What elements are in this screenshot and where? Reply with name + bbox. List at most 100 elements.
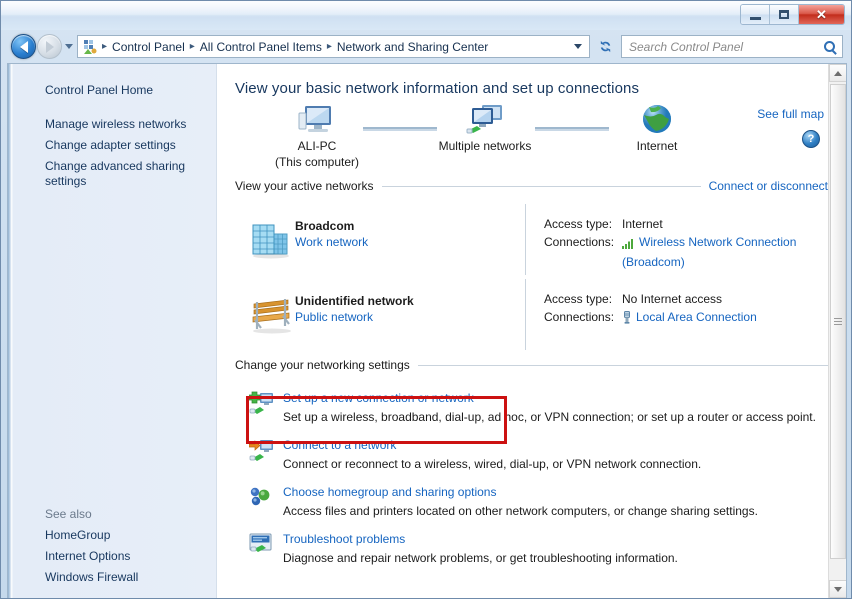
access-type-label: Access type:: [544, 292, 613, 306]
breadcrumb-bar[interactable]: ▸ Control Panel ▸ All Control Panel Item…: [77, 35, 590, 58]
map-node-networks[interactable]: Multiple networks: [425, 103, 545, 153]
breadcrumb-item-2[interactable]: Network and Sharing Center: [334, 39, 491, 55]
see-also-title: See also: [45, 507, 92, 521]
breadcrumb-separator-0[interactable]: ▸: [100, 41, 109, 52]
minimize-icon: [749, 16, 761, 20]
task-description: Connect or reconnect to a wireless, wire…: [283, 457, 702, 471]
access-type-row: Access type: No Internet access: [544, 290, 828, 308]
refresh-button[interactable]: [594, 36, 616, 58]
task-set-up-new-connection[interactable]: Set up a new connection or network Set u…: [235, 383, 828, 426]
breadcrumb: ▸ Control Panel ▸ All Control Panel Item…: [100, 39, 570, 55]
chevron-down-icon: [834, 586, 842, 592]
sidebar-item-change-advanced-sharing-settings[interactable]: Change advanced sharing settings: [8, 156, 216, 192]
map-node-computer[interactable]: ALI-PC (This computer): [257, 103, 377, 169]
window-controls: ✕: [740, 4, 845, 25]
connect-or-disconnect-link[interactable]: Connect or disconnect: [709, 179, 828, 193]
scrollbar-grip-icon: [834, 318, 842, 325]
task-title[interactable]: Choose homegroup and sharing options: [283, 484, 828, 501]
task-connect-to-network[interactable]: Connect to a network Connect or reconnec…: [235, 426, 828, 473]
connections-label: Connections:: [544, 235, 615, 249]
computer-icon: [298, 106, 331, 132]
scrollbar-thumb[interactable]: [830, 84, 846, 559]
address-bar: ▸ Control Panel ▸ All Control Panel Item…: [1, 30, 851, 63]
task-text: Connect to a network Connect or reconnec…: [283, 437, 828, 473]
connection-link[interactable]: Local Area Connection: [622, 308, 757, 329]
network-map: ALI-PC (This computer) Multiple networks…: [235, 103, 828, 177]
minimize-button[interactable]: [741, 5, 770, 24]
task-choose-homegroup[interactable]: Choose homegroup and sharing options Acc…: [235, 473, 828, 520]
breadcrumb-dropdown-icon[interactable]: [574, 44, 582, 49]
maximize-button[interactable]: [770, 5, 799, 24]
globe-icon: [643, 105, 671, 133]
connect-network-icon: [248, 440, 273, 461]
task-title[interactable]: Troubleshoot problems: [283, 531, 828, 548]
title-bar: ✕: [1, 1, 851, 30]
search-input[interactable]: Search Control Panel: [629, 40, 824, 54]
network-name-cell: Broadcom Work network: [295, 202, 525, 277]
task-title[interactable]: Connect to a network: [283, 437, 828, 454]
connection-name: Local Area Connection: [636, 310, 757, 324]
header-rule: [417, 364, 828, 366]
task-icon-cell: [249, 484, 283, 520]
sidebar-item-control-panel-home[interactable]: Control Panel Home: [8, 80, 216, 101]
task-description: Access files and printers located on oth…: [283, 504, 758, 518]
task-troubleshoot-problems[interactable]: Troubleshoot problems Diagnose and repai…: [235, 520, 828, 567]
control-panel-icon: [82, 39, 98, 55]
task-icon-cell: [249, 531, 283, 567]
network-type-link[interactable]: Public network: [295, 309, 525, 326]
breadcrumb-item-1[interactable]: All Control Panel Items: [197, 39, 325, 55]
network-name: Broadcom: [295, 219, 355, 233]
access-type-row: Access type: Internet: [544, 215, 828, 233]
task-title[interactable]: Set up a new connection or network: [283, 390, 828, 407]
sidebar-item-internet-options[interactable]: Internet Options: [8, 546, 216, 567]
forward-button[interactable]: [37, 34, 62, 59]
network-type-link[interactable]: Work network: [295, 234, 525, 251]
scroll-down-button[interactable]: [829, 580, 846, 598]
change-settings-header: Change your networking settings: [235, 358, 828, 372]
map-node-internet-label: Internet: [636, 139, 678, 153]
task-description: Set up a wireless, broadband, dial-up, a…: [283, 410, 816, 424]
vertical-scrollbar[interactable]: [828, 64, 846, 598]
ethernet-plug-icon: [622, 311, 632, 329]
network-details-cell: Access type: No Internet access Connecti…: [526, 277, 828, 352]
close-button[interactable]: ✕: [799, 5, 844, 24]
map-node-computer-label: ALI-PC: [297, 139, 337, 153]
network-icon-cell: [235, 277, 295, 352]
page-title: View your basic network information and …: [235, 80, 640, 97]
active-networks-title: View your active networks: [235, 179, 374, 193]
scroll-up-button[interactable]: [829, 64, 846, 82]
network-details-cell: Access type: Internet Connections: Wirel…: [526, 202, 828, 277]
map-node-internet[interactable]: Internet: [597, 103, 717, 153]
task-text: Set up a new connection or network Set u…: [283, 390, 828, 426]
search-box[interactable]: Search Control Panel: [621, 35, 843, 58]
header-rule: [381, 185, 701, 187]
connection-sub[interactable]: (Broadcom): [544, 254, 828, 271]
new-connection-icon: [248, 391, 273, 414]
connections-row: Connections:: [544, 308, 828, 329]
connection-link[interactable]: Wireless Network Connection: [622, 233, 796, 254]
chevron-up-icon: [834, 70, 842, 76]
back-button[interactable]: [11, 34, 36, 59]
connections-label: Connections:: [544, 310, 615, 324]
connection-name: Wireless Network Connection: [639, 235, 797, 249]
breadcrumb-item-0[interactable]: Control Panel: [109, 39, 188, 55]
recent-pages-icon[interactable]: [65, 44, 73, 49]
search-icon[interactable]: [824, 41, 835, 52]
sidebar-item-change-adapter-settings[interactable]: Change adapter settings: [8, 135, 216, 156]
connections-row: Connections:: [544, 233, 828, 254]
change-settings-list: Set up a new connection or network Set u…: [235, 383, 828, 567]
see-full-map-link[interactable]: See full map: [757, 107, 824, 121]
network-icon-cell: [235, 202, 295, 277]
breadcrumb-separator-1[interactable]: ▸: [188, 41, 197, 52]
office-building-icon: [252, 224, 289, 258]
sidebar-item-homegroup[interactable]: HomeGroup: [8, 525, 216, 546]
change-settings-title: Change your networking settings: [235, 358, 410, 372]
active-networks-header: View your active networks Connect or dis…: [235, 179, 828, 193]
help-icon[interactable]: ?: [802, 130, 820, 148]
sidebar-item-windows-firewall[interactable]: Windows Firewall: [8, 567, 216, 588]
sidebar-item-manage-wireless-networks[interactable]: Manage wireless networks: [8, 114, 216, 135]
forward-arrow-icon: [45, 40, 54, 53]
breadcrumb-separator-2[interactable]: ▸: [325, 41, 334, 52]
park-bench-icon: [252, 298, 291, 333]
